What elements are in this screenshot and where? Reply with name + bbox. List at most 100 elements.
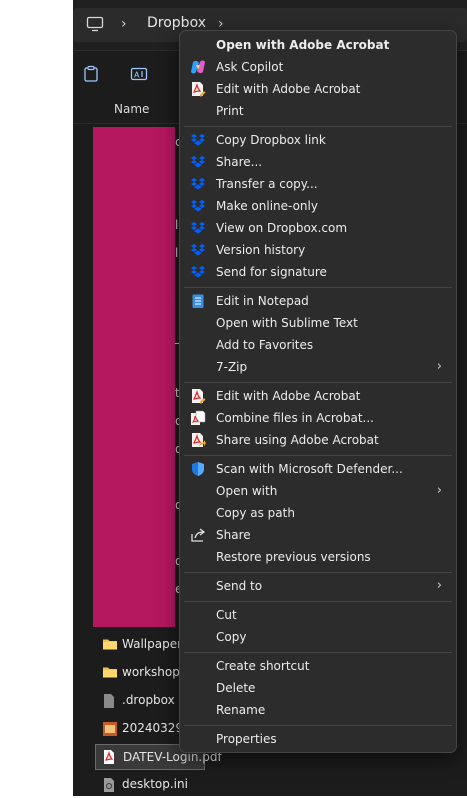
breadcrumb-chevron-icon[interactable]: › (121, 16, 127, 32)
menu-item-label: Copy as path (216, 506, 295, 520)
menu-separator (184, 601, 452, 602)
menu-item-print[interactable]: Print (184, 100, 452, 122)
menu-item-share[interactable]: Share (184, 524, 452, 546)
menu-item-cut[interactable]: Cut (184, 604, 452, 626)
menu-separator (184, 287, 452, 288)
menu-item-label: Send to (216, 579, 263, 593)
menu-item-label: Delete (216, 681, 256, 695)
dropbox-icon (191, 266, 205, 278)
menu-item-7zip[interactable]: 7-Zip › (184, 356, 452, 378)
menu-item-ask-copilot[interactable]: Ask Copilot (184, 56, 452, 78)
menu-item-open-with-sublime[interactable]: Open with Sublime Text (184, 312, 452, 334)
menu-item-copy-as-path[interactable]: Copy as path (184, 502, 452, 524)
chevron-right-icon: › (436, 483, 442, 498)
menu-item-label: Version history (216, 243, 306, 257)
menu-item-combine-files-acrobat[interactable]: Combine files in Acrobat... (184, 407, 452, 429)
menu-item-label: Share (216, 528, 251, 542)
menu-item-view-on-dropbox[interactable]: View on Dropbox.com (184, 217, 452, 239)
menu-item-label: Send for signature (216, 265, 327, 279)
menu-item-label: 7-Zip (216, 360, 248, 374)
name-column-header[interactable]: Name (114, 102, 149, 116)
menu-item-label: Edit in Notepad (216, 294, 309, 308)
menu-separator (184, 455, 452, 456)
menu-item-label: Rename (216, 703, 266, 717)
menu-item-label: Share using Adobe Acrobat (216, 433, 379, 447)
menu-item-edit-in-notepad[interactable]: Edit in Notepad (184, 290, 452, 312)
breadcrumb-dropbox[interactable]: Dropbox (147, 15, 206, 31)
menu-item-label: Copy Dropbox link (216, 133, 326, 147)
redacted-region (93, 127, 175, 627)
file-name: workshop (122, 665, 180, 679)
file-name: desktop.ini (122, 777, 188, 791)
menu-separator (184, 382, 452, 383)
image-icon (103, 722, 117, 736)
menu-item-create-shortcut[interactable]: Create shortcut (184, 655, 452, 677)
file-name: Wallpaper (122, 637, 183, 651)
file-row-desktop-ini[interactable]: desktop.ini (95, 772, 205, 798)
menu-item-copy[interactable]: Copy (184, 626, 452, 648)
file-name: .dropbox (122, 693, 175, 707)
menu-item-label: Scan with Microsoft Defender... (216, 462, 403, 476)
menu-item-label: Open with Sublime Text (216, 316, 358, 330)
menu-item-rename[interactable]: Rename (184, 699, 452, 721)
menu-item-label: Make online-only (216, 199, 318, 213)
menu-item-make-online-only[interactable]: Make online-only (184, 195, 452, 217)
folder-icon (103, 667, 117, 678)
menu-item-label: Ask Copilot (216, 60, 284, 74)
menu-item-label: Open with Adobe Acrobat (216, 38, 390, 52)
menu-item-label: Share... (216, 155, 263, 169)
menu-item-label: Properties (216, 732, 277, 746)
menu-item-transfer-copy[interactable]: Transfer a copy... (184, 173, 452, 195)
paste-icon[interactable] (82, 65, 100, 83)
chevron-right-icon: › (436, 359, 442, 374)
notepad-icon (192, 294, 204, 308)
pdf-icon (104, 750, 114, 764)
menu-separator (184, 725, 452, 726)
menu-item-restore-previous-versions[interactable]: Restore previous versions (184, 546, 452, 568)
this-pc-icon[interactable] (86, 16, 104, 32)
dropbox-icon (191, 134, 205, 146)
menu-item-label: Create shortcut (216, 659, 310, 673)
menu-item-label: Edit with Adobe Acrobat (216, 389, 361, 403)
menu-separator (184, 652, 452, 653)
defender-shield-icon (192, 462, 204, 476)
menu-item-edit-with-acrobat-2[interactable]: Edit with Adobe Acrobat (184, 385, 452, 407)
context-menu: Open with Adobe Acrobat Ask Copilot Edit… (179, 30, 457, 753)
menu-separator (184, 572, 452, 573)
dropbox-icon (191, 244, 205, 256)
menu-item-dropbox-share[interactable]: Share... (184, 151, 452, 173)
menu-item-scan-defender[interactable]: Scan with Microsoft Defender... (184, 458, 452, 480)
menu-item-label: Transfer a copy... (216, 177, 318, 191)
menu-item-send-for-signature[interactable]: Send for signature (184, 261, 452, 283)
dropbox-icon (191, 222, 205, 234)
menu-item-edit-with-acrobat[interactable]: Edit with Adobe Acrobat (184, 78, 452, 100)
menu-item-label: Edit with Adobe Acrobat (216, 82, 361, 96)
menu-item-label: View on Dropbox.com (216, 221, 348, 235)
dropbox-icon (191, 178, 205, 190)
menu-item-label: Copy (216, 630, 247, 644)
chevron-right-icon: › (436, 578, 442, 593)
file-icon (104, 694, 114, 708)
menu-separator (184, 126, 452, 127)
menu-item-properties[interactable]: Properties (184, 728, 452, 750)
menu-item-send-to[interactable]: Send to › (184, 575, 452, 597)
folder-icon (103, 639, 117, 650)
menu-item-delete[interactable]: Delete (184, 677, 452, 699)
rename-icon[interactable]: A (130, 65, 148, 83)
svg-text:A: A (134, 71, 140, 80)
menu-item-label: Cut (216, 608, 237, 622)
menu-item-share-using-acrobat[interactable]: Share using Adobe Acrobat (184, 429, 452, 451)
menu-item-label: Open with (216, 484, 278, 498)
menu-item-open-with-acrobat[interactable]: Open with Adobe Acrobat (184, 34, 452, 56)
menu-item-open-with[interactable]: Open with › (184, 480, 452, 502)
menu-item-version-history[interactable]: Version history (184, 239, 452, 261)
menu-item-add-to-favorites[interactable]: Add to Favorites (184, 334, 452, 356)
copilot-icon (191, 60, 205, 74)
acrobat-edit-icon (192, 82, 206, 97)
share-icon (191, 528, 206, 542)
settings-file-icon (104, 778, 114, 792)
menu-item-label: Combine files in Acrobat... (216, 411, 374, 425)
menu-item-copy-dropbox-link[interactable]: Copy Dropbox link (184, 129, 452, 151)
dropbox-icon (191, 200, 205, 212)
acrobat-edit-icon (192, 389, 206, 404)
